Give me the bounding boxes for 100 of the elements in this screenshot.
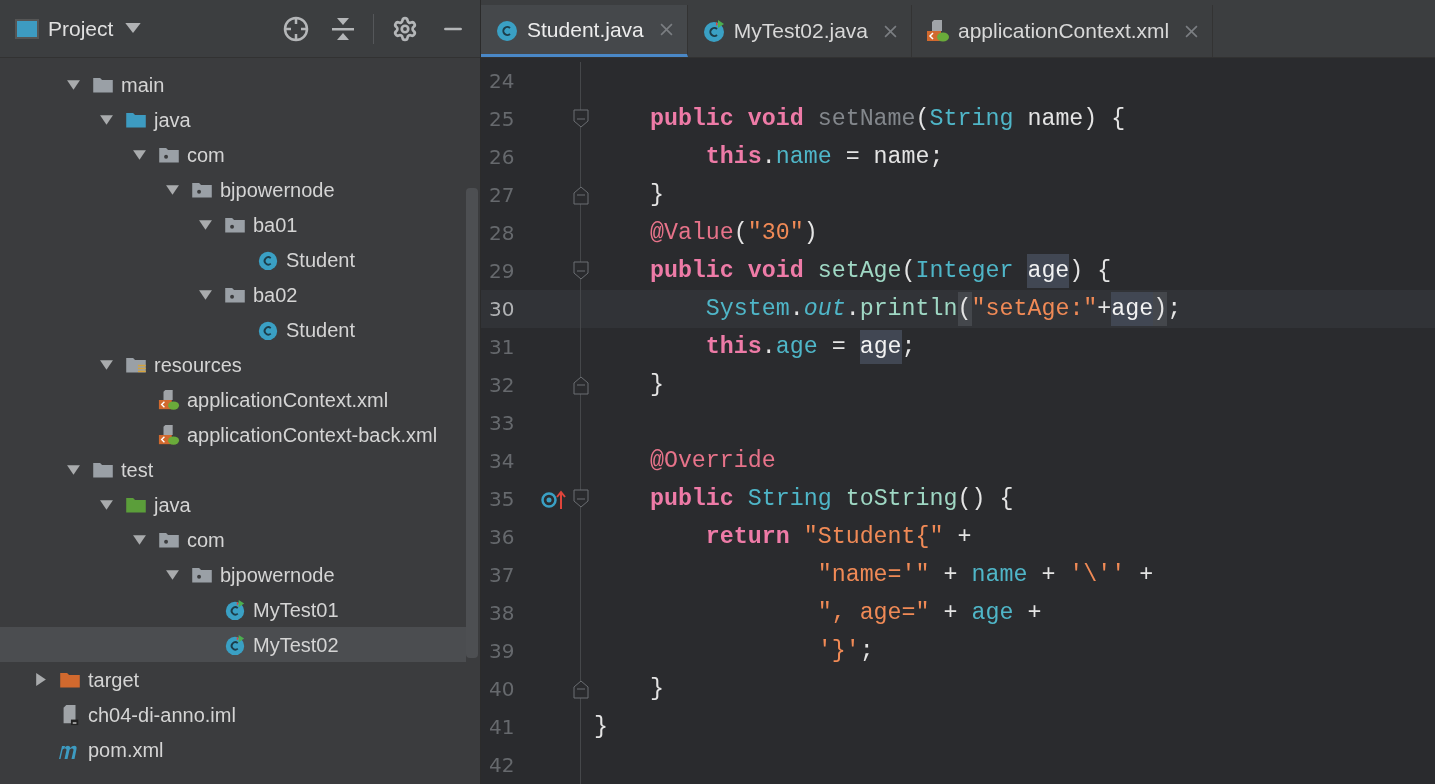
folder-icon (125, 355, 147, 374)
editor-tab[interactable]: Student.java (481, 5, 688, 57)
tree-item[interactable]: java (0, 102, 466, 137)
code-token: System (704, 294, 790, 324)
tree-item[interactable]: MyTest02 (0, 627, 466, 662)
tree-item[interactable]: java (0, 487, 466, 522)
code-token: . (761, 332, 776, 362)
code-token: . (789, 294, 804, 324)
tree-item[interactable]: target (0, 662, 466, 697)
tree-item[interactable]: Student (0, 242, 466, 277)
code-token: println (859, 294, 958, 324)
expanded-arrow-icon[interactable] (131, 532, 147, 547)
code-token: name (775, 142, 832, 172)
tree-item[interactable]: ch04-di-anno.iml (0, 697, 466, 732)
collapse-all-icon[interactable] (331, 15, 355, 42)
tree-item-label: Student (286, 247, 355, 273)
code-token: + (942, 560, 959, 590)
line-number: 26 (488, 144, 516, 171)
tree-item[interactable]: resources (0, 347, 466, 382)
line-number: 29 (488, 258, 516, 285)
window-icon (14, 17, 40, 40)
tree-item[interactable]: applicationContext-back.xml (0, 417, 466, 452)
expanded-arrow-icon[interactable] (65, 77, 81, 92)
line-number: 25 (488, 106, 516, 133)
fold-marker-icon[interactable] (573, 109, 589, 129)
expanded-arrow-icon[interactable] (98, 497, 114, 512)
code-token: age (1027, 253, 1070, 289)
expanded-arrow-icon[interactable] (197, 287, 213, 302)
code-token: public (648, 484, 735, 514)
code-token: ( (733, 218, 748, 248)
tree-item[interactable]: bjpowernode (0, 557, 466, 592)
tree-item[interactable]: pom.xml (0, 732, 466, 767)
tree-item[interactable]: applicationContext.xml (0, 382, 466, 417)
line-number: 40 (488, 676, 516, 703)
code-token: + (1138, 560, 1154, 590)
line-number: 39 (488, 638, 516, 665)
class-icon (224, 633, 246, 656)
tree-item[interactable]: com (0, 522, 466, 557)
code-token: ( (901, 256, 916, 286)
tab-label: applicationContext.xml (958, 18, 1170, 45)
expanded-arrow-icon[interactable] (131, 147, 147, 162)
expanded-arrow-icon[interactable] (98, 112, 114, 127)
folder-icon (125, 495, 147, 514)
tree-item-label: ba02 (253, 282, 298, 308)
spring-xml-icon (158, 423, 180, 446)
code-token: toString (845, 484, 958, 514)
code-token: ) (1153, 291, 1168, 327)
code-token: = (830, 332, 847, 362)
crosshair-icon[interactable] (283, 15, 309, 42)
package-icon (191, 565, 213, 584)
fold-marker-icon[interactable] (573, 185, 589, 205)
line-number: 34 (488, 448, 516, 475)
line-number: 38 (488, 600, 516, 627)
tree-item-label: target (88, 667, 140, 693)
project-view-dropdown[interactable]: Project (48, 12, 142, 45)
tree-item[interactable]: com (0, 137, 466, 172)
expanded-arrow-icon[interactable] (98, 357, 114, 372)
fold-marker-icon[interactable] (573, 261, 589, 281)
tree-item[interactable]: Student (0, 312, 466, 347)
code-token: @Override (648, 446, 776, 476)
tree-item[interactable]: MyTest01 (0, 592, 466, 627)
line-number: 24 (488, 68, 516, 95)
fold-marker-icon[interactable] (573, 375, 589, 395)
fold-marker-icon[interactable] (573, 489, 589, 509)
code-token: public void (648, 104, 805, 134)
code-token: ", age=" (816, 598, 930, 628)
line-number: 36 (488, 524, 516, 551)
tree-item[interactable]: ba02 (0, 277, 466, 312)
code-token: } (648, 370, 664, 400)
fold-marker-icon[interactable] (573, 679, 589, 699)
expanded-arrow-icon[interactable] (197, 217, 213, 232)
spring-xml-icon (926, 19, 950, 43)
tree-item[interactable]: bjpowernode (0, 172, 466, 207)
expanded-arrow-icon[interactable] (164, 567, 180, 582)
tree-item[interactable]: main (0, 67, 466, 102)
tree-item[interactable]: ba01 (0, 207, 466, 242)
tree-item-label: java (154, 492, 191, 518)
code-token: } (594, 712, 608, 742)
tree-item[interactable]: test (0, 452, 466, 487)
override-marker-icon[interactable] (541, 488, 567, 510)
code-token: String (929, 104, 1014, 134)
settings-icon[interactable] (392, 15, 418, 42)
tree-item-label: applicationContext-back.xml (187, 422, 438, 448)
code-token: age (859, 329, 902, 365)
code-token: } (648, 180, 664, 210)
code-token: = name; (844, 142, 944, 172)
code-token: "30" (747, 218, 804, 248)
line-number: 41 (488, 714, 516, 741)
folder-icon (125, 110, 147, 129)
expanded-arrow-icon[interactable] (65, 462, 81, 477)
tree-item-label: pom.xml (88, 737, 164, 763)
code-token: ( (915, 104, 930, 134)
code-token: String (747, 484, 833, 514)
expanded-arrow-icon[interactable] (164, 182, 180, 197)
line-number: 32 (488, 372, 516, 399)
close-icon[interactable] (1185, 24, 1199, 38)
package-icon (224, 285, 246, 304)
code-token: Integer (915, 256, 1015, 286)
close-icon[interactable] (884, 24, 897, 38)
code-token: "setAge:" (971, 294, 1098, 324)
